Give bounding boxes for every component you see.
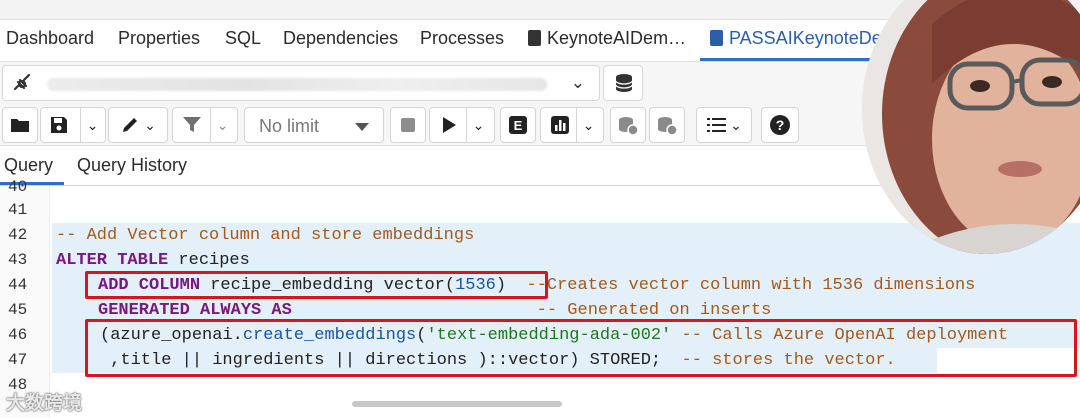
filter-button[interactable]: ⌄ [172, 107, 238, 143]
open-file-button[interactable] [2, 107, 38, 143]
chevron-down-icon: ⌄ [582, 116, 595, 133]
explain-button[interactable]: E [500, 107, 536, 143]
save-icon [50, 117, 67, 133]
rollback-button[interactable] [649, 107, 685, 143]
tab-pass-ai-keynote[interactable]: PASSAIKeynoteDe [710, 28, 882, 49]
connection-select[interactable]: ⌄ [2, 65, 600, 101]
line-number: 41 [8, 201, 28, 219]
sql-keyword: ALTER TABLE [56, 251, 169, 270]
chevron-down-icon: ⌄ [472, 116, 485, 133]
sql-comment: -- Add Vector column and store embedding… [56, 226, 475, 245]
highlight-box-add-column [85, 271, 548, 299]
tab-query-history[interactable]: Query History [77, 155, 187, 176]
edit-button[interactable]: ⌄ [108, 107, 168, 143]
line-number: 43 [8, 251, 28, 269]
sql-comment: -- Generated on inserts [291, 301, 772, 320]
chevron-down-icon: ⌄ [570, 73, 585, 92]
horizontal-scrollbar[interactable] [52, 399, 1062, 409]
pencil-icon [123, 118, 138, 132]
explain-icon: E [509, 116, 527, 134]
bar-chart-icon [550, 116, 569, 134]
sql-keyword: GENERATED ALWAYS AS [98, 301, 292, 320]
watermark-text: 大数跨境 [6, 393, 83, 414]
line-number: 42 [8, 226, 28, 244]
scrollbar-thumb[interactable] [352, 401, 562, 407]
active-tab-indicator [700, 58, 890, 61]
tab-keynote-ai-demo[interactable]: KeynoteAIDem… [528, 28, 686, 49]
database-icon [615, 74, 633, 92]
line-number: 47 [8, 351, 28, 369]
row-limit-value: No limit [259, 116, 320, 136]
macros-button[interactable]: ⌄ [696, 107, 752, 143]
line-number: 40 [8, 178, 28, 196]
line-number: 44 [8, 276, 28, 294]
svg-text:?: ? [776, 117, 785, 133]
code-line: 43 ALTER TABLE recipes [0, 248, 1080, 273]
database-button[interactable] [603, 65, 643, 101]
save-button[interactable]: ⌄ [40, 107, 106, 143]
explain-analyze-button[interactable]: ⌄ [540, 107, 604, 143]
database-commit-icon [619, 117, 639, 136]
file-icon [528, 30, 541, 46]
tab-keynote-ai-demo-label: KeynoteAIDem… [547, 28, 687, 48]
chevron-down-icon: ⌄ [144, 116, 156, 133]
stop-icon [401, 118, 415, 132]
tab-dependencies[interactable]: Dependencies [283, 28, 398, 49]
tab-properties[interactable]: Properties [118, 28, 200, 49]
highlight-box-create-embeddings [85, 319, 1077, 377]
caret-down-icon [355, 123, 369, 131]
chevron-down-icon: ⌄ [730, 116, 742, 133]
row-limit-select[interactable]: No limit [244, 107, 384, 143]
chevron-down-icon: ⌄ [216, 116, 229, 133]
execute-button[interactable]: ⌄ [429, 107, 495, 143]
svg-text:E: E [514, 118, 523, 133]
tab-sql[interactable]: SQL [225, 28, 261, 49]
line-number: 45 [8, 301, 28, 319]
help-icon: ? [770, 115, 790, 135]
tab-processes[interactable]: Processes [420, 28, 504, 49]
tab-query[interactable]: Query [4, 155, 53, 176]
sql-comment: --Creates vector column with 1536 dimens… [506, 276, 976, 295]
tab-dashboard[interactable]: Dashboard [6, 28, 94, 49]
plug-icon [13, 73, 31, 91]
help-button[interactable]: ? [761, 107, 799, 143]
folder-icon [11, 119, 29, 132]
play-icon [442, 117, 456, 133]
tab-pass-ai-keynote-label: PASSAIKeynoteDe [729, 28, 882, 48]
database-rollback-icon [658, 117, 678, 136]
chevron-down-icon: ⌄ [86, 116, 99, 133]
sql-identifier: recipes [168, 251, 250, 270]
list-icon [707, 118, 727, 132]
commit-button[interactable] [610, 107, 646, 143]
filter-icon [182, 117, 201, 132]
stop-button[interactable] [390, 107, 426, 143]
file-icon [710, 30, 723, 46]
line-number: 46 [8, 326, 28, 344]
connection-name-redacted [47, 78, 547, 91]
